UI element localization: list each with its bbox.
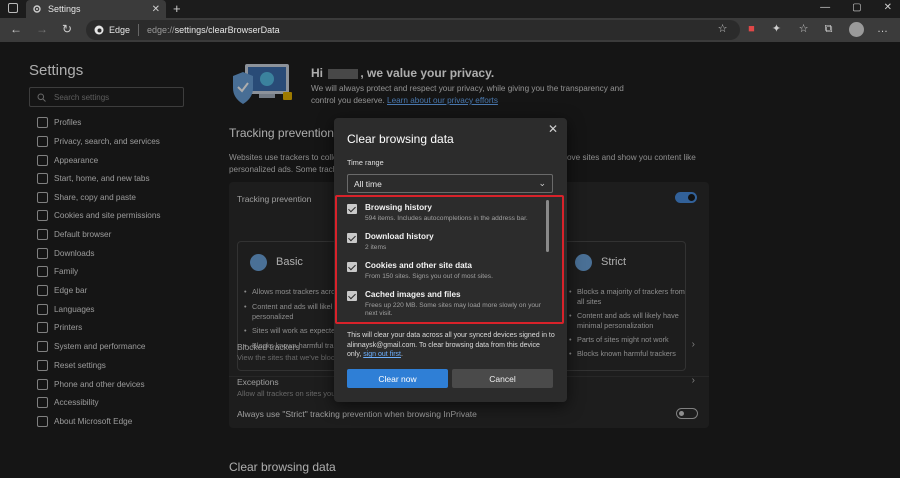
tab-actions-icon[interactable] — [8, 3, 18, 13]
cancel-button[interactable]: Cancel — [452, 369, 553, 388]
url-path: settings/clearBrowserData — [174, 25, 280, 35]
toolbar: ← → ↻ Edge edge://settings/clearBrowserD… — [0, 18, 900, 42]
site-host: Edge — [109, 25, 131, 35]
sign-out-link[interactable]: sign out first — [363, 351, 401, 358]
tab-title: Settings — [48, 4, 81, 14]
sync-note: This will clear your data across all you… — [347, 331, 555, 360]
dialog-title: Clear browsing data — [347, 132, 454, 146]
more-icon[interactable]: … — [876, 23, 889, 36]
favorites-icon[interactable]: ☆ — [797, 23, 810, 36]
annotation-highlight-box — [335, 195, 564, 324]
time-range-value: All time — [354, 178, 382, 189]
favorite-add-icon[interactable]: ☆ — [716, 23, 729, 36]
sync-note-end: . — [400, 351, 403, 358]
forward-icon[interactable]: → — [36, 22, 48, 36]
time-range-select[interactable]: All time ⌄ — [347, 174, 553, 193]
address-bar[interactable]: Edge edge://settings/clearBrowserData — [86, 20, 740, 40]
close-window-icon[interactable]: ✕ — [884, 2, 892, 13]
gear-icon — [33, 5, 41, 13]
refresh-icon[interactable]: ↻ — [62, 22, 72, 36]
tab-settings[interactable]: Settings ✕ — [26, 0, 166, 18]
new-tab-button[interactable]: + — [173, 1, 181, 16]
window-controls: — ▢ ✕ — [820, 2, 892, 13]
url-scheme: edge:// — [147, 25, 175, 35]
edge-logo-icon — [94, 25, 104, 35]
puzzle-icon[interactable]: ✦ — [770, 23, 783, 36]
avatar[interactable] — [849, 22, 864, 37]
back-icon[interactable]: ← — [10, 22, 22, 36]
maximize-icon[interactable]: ▢ — [852, 2, 861, 13]
chevron-down-icon: ⌄ — [538, 178, 546, 188]
time-range-label: Time range — [347, 158, 384, 167]
extension-icon[interactable]: ■ — [745, 23, 758, 36]
minimize-icon[interactable]: — — [820, 2, 830, 13]
close-tab-icon[interactable]: ✕ — [152, 4, 160, 15]
close-icon[interactable]: ✕ — [548, 122, 558, 136]
tab-bar: Settings ✕ + — ▢ ✕ — [0, 0, 900, 18]
clear-now-button[interactable]: Clear now — [347, 369, 448, 388]
collections-icon[interactable]: ⧉ — [822, 23, 835, 36]
